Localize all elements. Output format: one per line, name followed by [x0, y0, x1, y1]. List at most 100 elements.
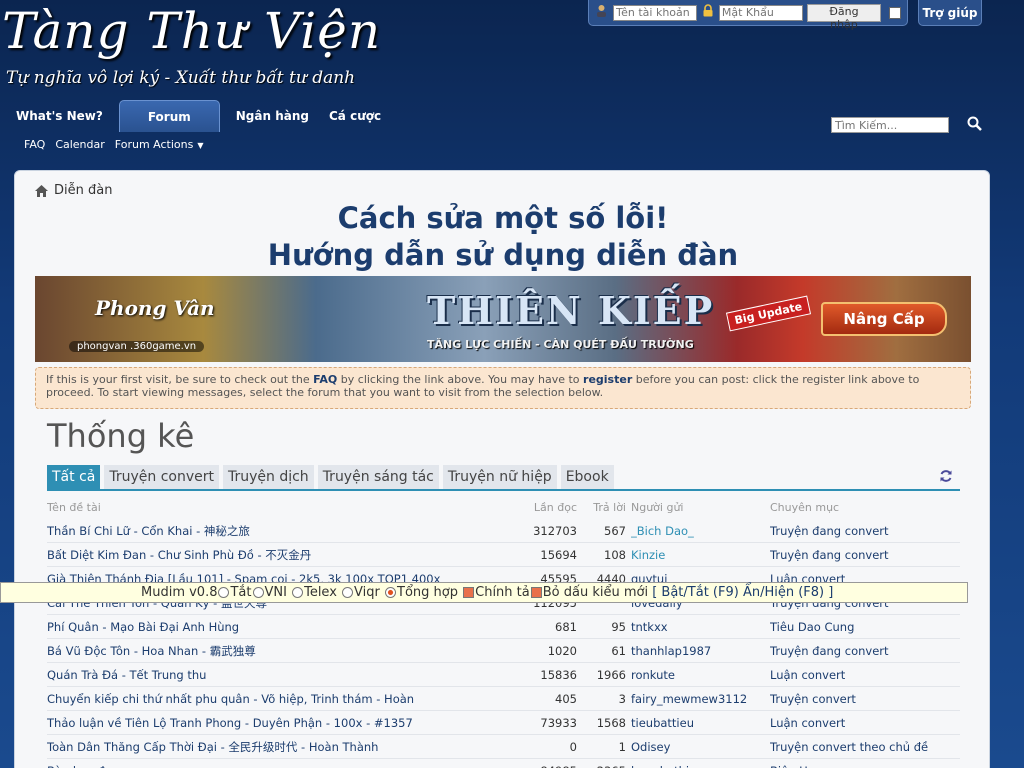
- nav-tab-whats-new[interactable]: What's New?: [6, 100, 113, 132]
- password-input[interactable]: [718, 4, 803, 21]
- help-button[interactable]: Trợ giúp: [918, 0, 982, 26]
- lock-icon: [701, 4, 715, 21]
- search-input[interactable]: [831, 117, 949, 133]
- breadcrumb-home[interactable]: Diễn đàn: [54, 183, 112, 198]
- banner-upgrade-button[interactable]: Nâng Cấp: [821, 302, 947, 336]
- nav-tab-betting[interactable]: Cá cược: [319, 100, 391, 132]
- thread-title-link[interactable]: Bất Diệt Kim Đan - Chư Sinh Phù Đồ - 不灭金…: [47, 543, 517, 567]
- mudim-checkbox-newaccent[interactable]: [530, 587, 542, 598]
- mudim-radio-viqr[interactable]: [342, 587, 354, 598]
- tabs-underline: [47, 489, 960, 491]
- mudim-radio-telex[interactable]: [292, 587, 304, 598]
- thread-category-link[interactable]: Luận convert: [770, 663, 960, 687]
- thread-category-link[interactable]: Truyện convert theo chủ đề: [770, 735, 960, 759]
- tab-translated[interactable]: Truyện dịch: [222, 465, 314, 489]
- col-header-replies: Trả lời: [593, 501, 626, 514]
- refresh-icon[interactable]: [939, 469, 953, 483]
- home-icon[interactable]: [35, 184, 48, 197]
- thread-author-link[interactable]: fairy_mewmew3112: [631, 687, 766, 711]
- tab-all[interactable]: Tất cả: [47, 465, 101, 489]
- tab-convert[interactable]: Truyện convert: [104, 465, 219, 489]
- tab-female-hero[interactable]: Truyện nữ hiệp: [442, 465, 557, 489]
- thread-title-link[interactable]: Thảo luận về Tiên Lộ Tranh Phong - Duyên…: [47, 711, 517, 735]
- remember-me-checkbox[interactable]: [889, 6, 901, 19]
- thread-views: 84985: [517, 759, 577, 768]
- thread-author-link[interactable]: Odisey: [631, 735, 766, 759]
- thread-title-link[interactable]: Phí Quân - Mạo Bài Đại Anh Hùng: [47, 615, 517, 639]
- announcement-forum-guide[interactable]: Hướng dẫn sử dụng diễn đàn: [15, 238, 991, 272]
- thread-category-link[interactable]: Truyện đang convert: [770, 519, 960, 543]
- thread-views: 15836: [540, 668, 577, 682]
- thread-title-link[interactable]: Bá Vũ Độc Tôn - Hoa Nhan - 霸武独尊: [47, 639, 517, 663]
- nav-tab-bank[interactable]: Ngân hàng: [226, 100, 319, 132]
- table-row: Chuyển kiếp chi thứ nhất phu quân - Võ h…: [47, 687, 960, 711]
- table-row: Bá Vũ Độc Tôn - Hoa Nhan - 霸武独尊 1020 61 tha…: [47, 639, 960, 663]
- table-row: Thảo luận về Tiên Lộ Tranh Phong - Duyên…: [47, 711, 960, 735]
- mudim-checkbox-spell[interactable]: [463, 587, 475, 598]
- thread-author-link[interactable]: lamphathien: [631, 759, 766, 768]
- login-button[interactable]: Đăng nhập: [806, 3, 882, 31]
- mudim-radio-vni[interactable]: [252, 587, 264, 598]
- thread-views: 0: [569, 740, 577, 754]
- thread-title-link[interactable]: Thần Bí Chi Lữ - Cổn Khai - 神秘之旅: [47, 519, 517, 543]
- thread-category-link[interactable]: Truyện đang convert: [770, 639, 960, 663]
- stats-title: Thống kê: [47, 417, 195, 455]
- thread-author-link[interactable]: tntkxx: [631, 615, 766, 639]
- username-input[interactable]: [612, 4, 697, 21]
- thread-author-link[interactable]: _Bich Dao_: [631, 519, 766, 543]
- thread-author-link[interactable]: Kinzie: [631, 543, 766, 567]
- search-icon[interactable]: [966, 115, 984, 133]
- thread-author-link[interactable]: tieubattieu: [631, 711, 766, 735]
- site-header: Tàng Thư Viện Tự nghĩa vô lợi ký - Xuất …: [0, 0, 1024, 165]
- user-icon: [595, 4, 609, 21]
- ad-banner[interactable]: Phong Vân phongvan .360game.vn THIÊN KIẾ…: [35, 276, 971, 362]
- mudim-toggle-link[interactable]: [ Bật/Tắt (F9) Ẩn/Hiện (F8) ]: [652, 585, 833, 600]
- mudim-radio-off[interactable]: [218, 587, 230, 598]
- subnav-forum-actions[interactable]: Forum Actions ▼: [115, 138, 204, 151]
- notice-text-1: If this is your first visit, be sure to …: [46, 373, 314, 386]
- thread-category-link[interactable]: Truyện đang convert: [770, 543, 960, 567]
- subnav-calendar[interactable]: Calendar: [55, 138, 104, 151]
- login-bar: Đăng nhập: [588, 0, 908, 31]
- table-row: Toàn Dân Thăng Cấp Thời Đại - 全民升级时代 - H…: [47, 735, 960, 759]
- thread-replies: 1966: [596, 668, 626, 682]
- notice-faq-link[interactable]: FAQ: [313, 373, 337, 386]
- tab-ebook[interactable]: Ebook: [560, 465, 614, 489]
- thread-category-link[interactable]: Tiêu Dao Cung: [770, 615, 960, 639]
- main-panel: Diễn đàn Cách sửa một số lỗi! Hướng dẫn …: [14, 170, 990, 768]
- thread-views: 15694: [540, 548, 577, 562]
- mudim-label-off: Tắt: [230, 585, 252, 600]
- stats-tabs: Tất cả Truyện convert Truyện dịch Truyện…: [47, 465, 614, 489]
- mudim-radio-auto[interactable]: [385, 587, 397, 598]
- thread-views: 405: [555, 692, 577, 706]
- notice-register-link[interactable]: register: [583, 373, 632, 386]
- subnav-forum-actions-label: Forum Actions: [114, 138, 194, 151]
- first-visit-notice: If this is your first visit, be sure to …: [35, 367, 971, 409]
- announcement-fix-errors[interactable]: Cách sửa một số lỗi!: [15, 201, 991, 235]
- thread-author-link[interactable]: thanhlap1987: [631, 639, 766, 663]
- mudim-label-viqr: Viqr: [354, 585, 380, 600]
- thread-replies: 2365: [579, 759, 626, 768]
- site-logo-title[interactable]: Tàng Thư Viện: [2, 2, 381, 60]
- thread-category-link[interactable]: Luận convert: [770, 711, 960, 735]
- col-header-category: Chuyên mục: [770, 501, 840, 514]
- mudim-name: Mudim v0.8: [141, 585, 218, 600]
- thread-title-link[interactable]: Quán Trà Đá - Tết Trung thu: [47, 663, 517, 687]
- thread-author-link[interactable]: ronkute: [631, 663, 766, 687]
- banner-tagline: TĂNG LỰC CHIẾN - CÀN QUÉT ĐẤU TRƯỜNG: [427, 338, 694, 351]
- thread-replies: 1568: [596, 716, 626, 730]
- thread-category-link[interactable]: Truyện convert: [770, 687, 960, 711]
- col-header-views: Lần đọc: [533, 501, 577, 514]
- banner-title: THIÊN KIẾP: [427, 288, 715, 333]
- nav-tab-forum[interactable]: Forum: [118, 100, 220, 132]
- col-header-user: Người gửi: [631, 501, 684, 514]
- thread-title-link[interactable]: Bàn bạc đạo: [47, 759, 517, 768]
- thread-category-link[interactable]: Biên Hoang: [770, 759, 960, 768]
- thread-replies: 95: [611, 620, 626, 634]
- tab-original[interactable]: Truyện sáng tác: [317, 465, 439, 489]
- thread-views: 73933: [540, 716, 577, 730]
- thread-title-link[interactable]: Toàn Dân Thăng Cấp Thời Đại - 全民升级时代 - H…: [47, 735, 517, 759]
- subnav-faq[interactable]: FAQ: [24, 138, 45, 151]
- col-header-title: Tên đề tài: [47, 501, 101, 514]
- thread-title-link[interactable]: Chuyển kiếp chi thứ nhất phu quân - Võ h…: [47, 687, 517, 711]
